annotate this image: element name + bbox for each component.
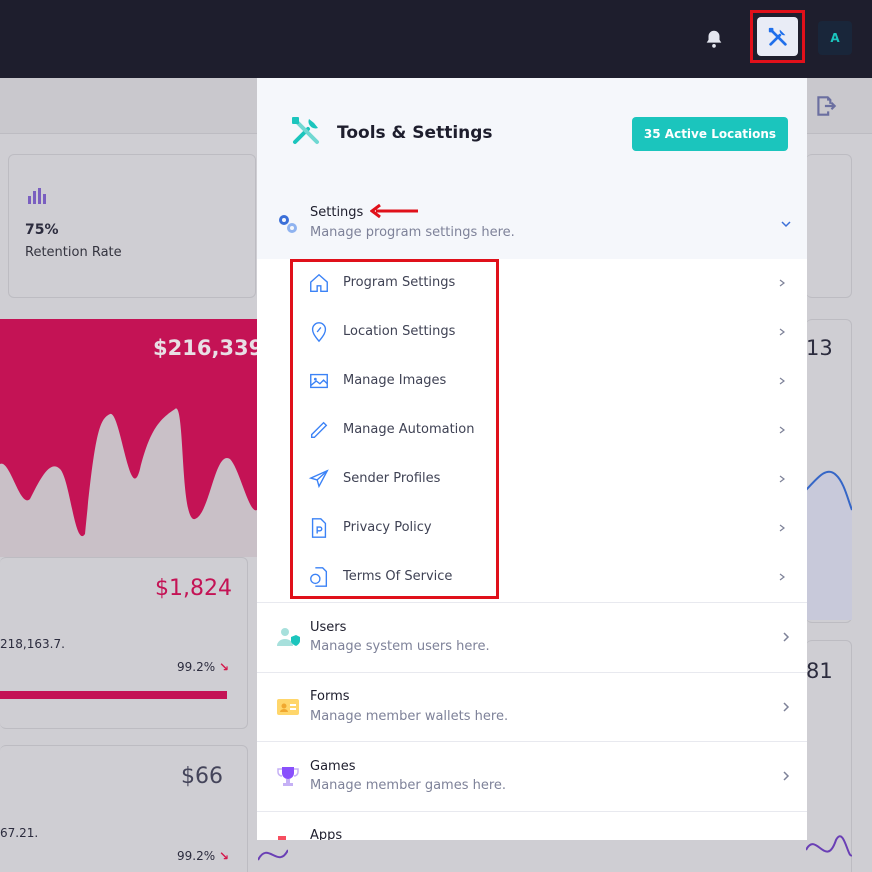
right-card-top — [806, 154, 852, 298]
section-apps[interactable]: Apps — [257, 812, 807, 840]
chevron-right-icon — [779, 426, 785, 434]
section-users[interactable]: Users Manage system users here. — [257, 603, 807, 672]
pct-2-value: 99.2% — [177, 849, 216, 863]
section-games[interactable]: Games Manage member games here. — [257, 742, 807, 811]
retention-value: 75% — [25, 222, 59, 238]
chevron-down-icon[interactable] — [780, 218, 792, 230]
amount-1824: $1,824 — [155, 576, 232, 601]
red-arrow-annotation — [370, 204, 418, 218]
top-bar: A — [0, 0, 872, 78]
chevron-right-icon — [779, 573, 785, 581]
gears-icon — [279, 215, 297, 233]
chevron-right-icon — [779, 475, 785, 483]
trophy-icon — [277, 767, 299, 786]
chevron-right-icon — [779, 328, 785, 336]
section-subtitle: Manage system users here. — [310, 639, 490, 654]
progress-bar — [0, 691, 227, 699]
active-locations-button[interactable]: 35 Active Locations — [632, 117, 788, 151]
arrow-down-icon: ↘ — [218, 660, 230, 674]
id-card-icon — [277, 699, 299, 715]
section-title: Users — [310, 620, 347, 635]
retention-label: Retention Rate — [25, 245, 122, 260]
bar-chart-icon — [28, 188, 46, 204]
highlight-box-annotation — [290, 259, 499, 599]
right-num-2: 81 — [806, 659, 833, 683]
amount-66: $66 — [181, 764, 223, 789]
avatar[interactable]: A — [818, 21, 852, 55]
chevron-right-icon — [783, 632, 790, 642]
apps-icon — [278, 836, 286, 840]
chevron-right-icon — [779, 279, 785, 287]
tools-icon — [768, 27, 787, 46]
right-line-chart — [806, 470, 852, 620]
right-purple-chart — [806, 835, 852, 857]
section-forms[interactable]: Forms Manage member wallets here. — [257, 673, 807, 742]
panel-title: Tools & Settings — [337, 123, 493, 143]
section-subtitle: Manage member games here. — [310, 778, 507, 793]
tools-settings-panel: Tools & Settings 35 Active Locations Set… — [257, 78, 807, 840]
tools-icon — [292, 117, 319, 144]
section-subtitle: Manage program settings here. — [310, 225, 515, 240]
user-shield-icon — [277, 628, 300, 646]
section-title: Games — [310, 759, 356, 774]
section-subtitle: Manage member wallets here. — [310, 709, 509, 724]
panel-header: Tools & Settings 35 Active Locations — [257, 78, 807, 189]
pct-1: 99.2% ↘ — [177, 660, 229, 674]
right-num-1: 13 — [806, 336, 833, 360]
section-title: Apps — [310, 828, 343, 840]
chevron-right-icon — [779, 377, 785, 385]
arrow-down-icon: ↘ — [218, 849, 230, 863]
chevron-right-icon — [783, 771, 790, 781]
revenue-amount: $216,339 — [153, 336, 264, 360]
section-settings[interactable]: Settings Manage program settings here. — [257, 189, 807, 259]
section-title: Settings — [310, 205, 364, 220]
amount-small-1: 218,163.7. — [0, 637, 65, 651]
section-title: Forms — [310, 689, 350, 704]
pct-1-value: 99.2% — [177, 660, 216, 674]
bell-icon[interactable] — [703, 28, 725, 50]
pct-2: 99.2% ↘ — [177, 849, 229, 863]
chevron-right-icon — [783, 702, 790, 712]
tools-button[interactable] — [750, 10, 805, 63]
amount-small-2: 67.21. — [0, 826, 39, 840]
logout-icon[interactable] — [813, 93, 839, 119]
chevron-right-icon — [779, 524, 785, 532]
